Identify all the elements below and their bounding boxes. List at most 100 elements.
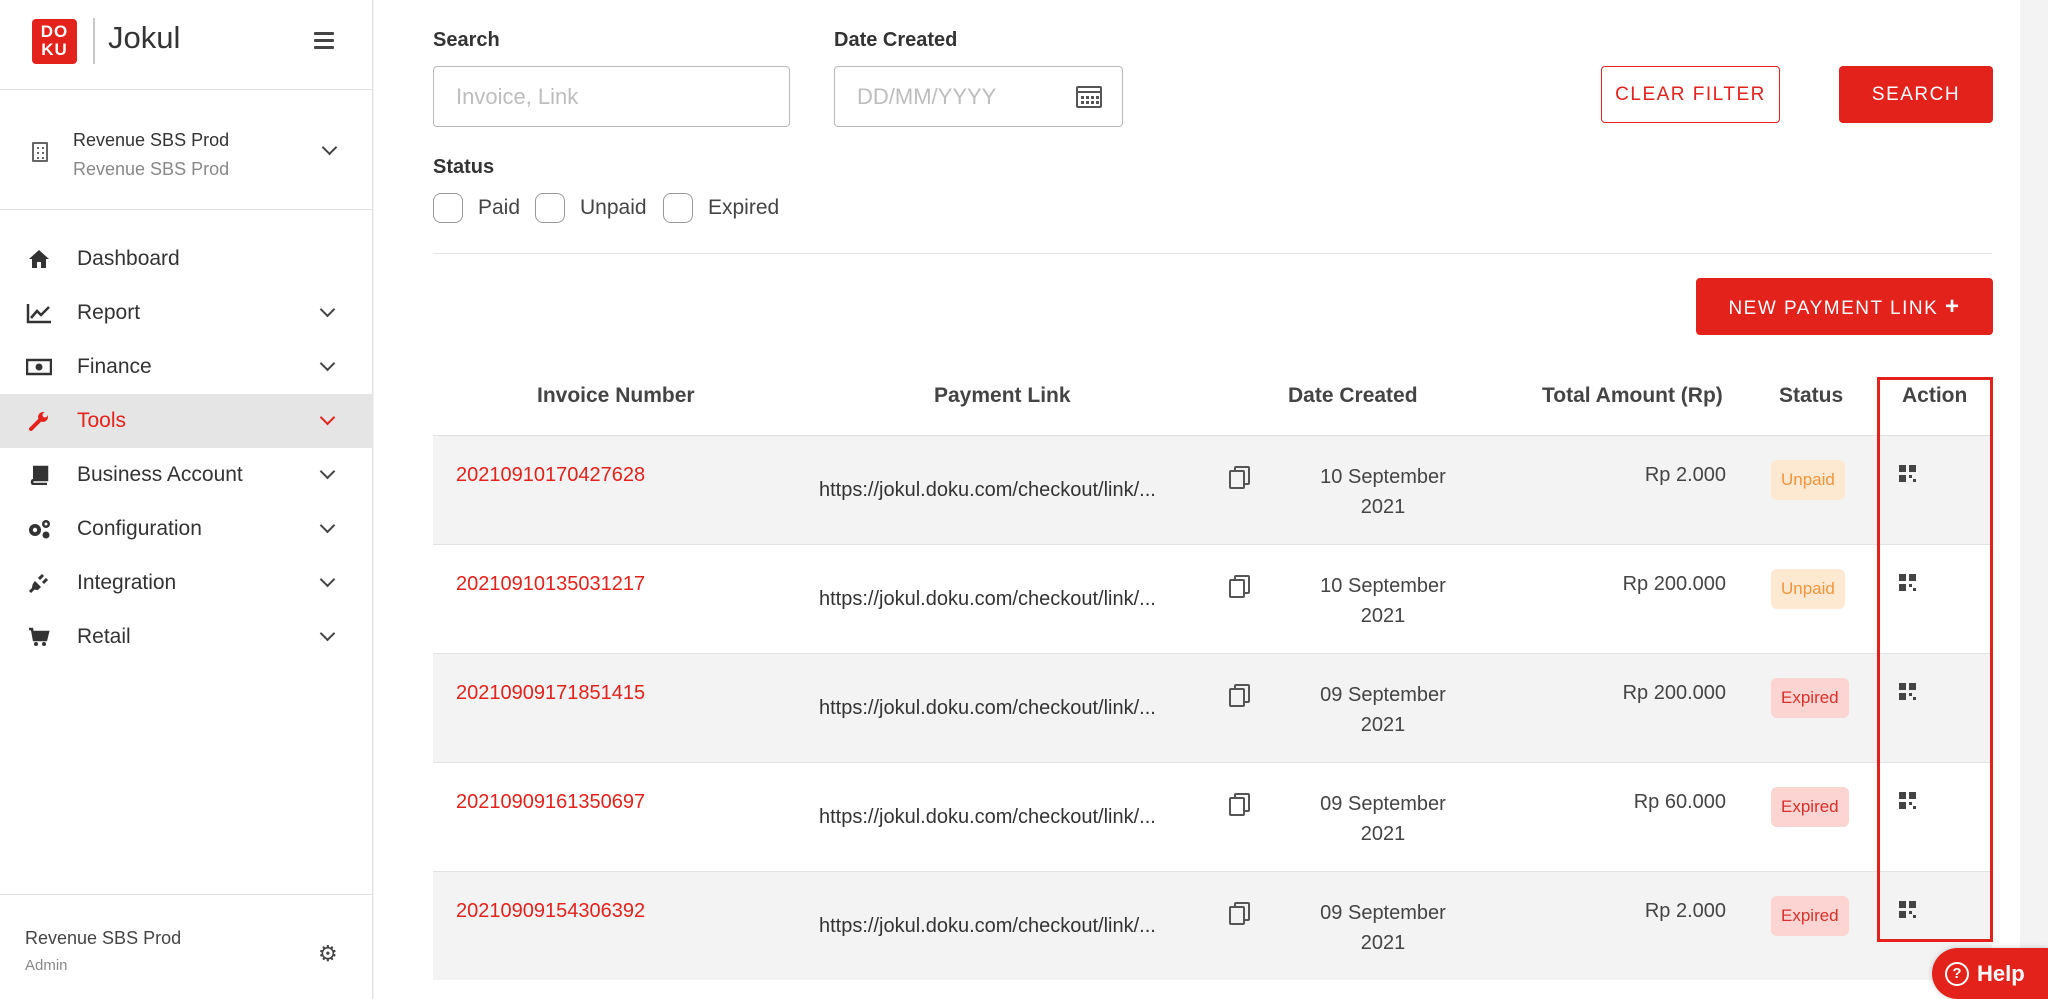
checkbox-box[interactable] [535, 193, 565, 223]
qr-code-icon[interactable] [1899, 574, 1916, 591]
copy-icon[interactable] [1229, 684, 1250, 707]
chevron-down-icon[interactable] [319, 517, 336, 534]
date-year: 2021 [1360, 605, 1406, 627]
cart-icon [26, 626, 52, 648]
total-amount: Rp 2.000 [1644, 900, 1726, 922]
date-created-input[interactable]: DD/MM/YYYY [834, 66, 1123, 127]
chevron-down-icon[interactable] [319, 409, 336, 426]
divider [433, 253, 1992, 254]
calendar-icon[interactable] [1076, 86, 1102, 108]
main-content: Search Invoice, Link Date Created DD/MM/… [374, 0, 2020, 999]
date-created: 09 September 2021 [1268, 789, 1498, 849]
sidebar-item-finance[interactable]: Finance [0, 340, 373, 394]
invoice-number-link[interactable]: 20210909161350697 [456, 791, 645, 814]
copy-icon[interactable] [1229, 575, 1250, 598]
date-created: 10 September 2021 [1268, 462, 1498, 522]
plug-icon [26, 572, 52, 594]
table-row: 20210909161350697 https://jokul.doku.com… [433, 762, 1992, 871]
search-button[interactable]: SEARCH [1839, 66, 1993, 123]
payment-link-text: https://jokul.doku.com/checkout/link/... [819, 806, 1156, 828]
status-badge: Unpaid [1771, 460, 1845, 500]
status-badge: Unpaid [1771, 569, 1845, 609]
date-placeholder: DD/MM/YYYY [857, 84, 997, 109]
sidebar-item-configuration[interactable]: Configuration [0, 502, 373, 556]
date-line: 09 September [1320, 684, 1446, 706]
checkbox-box[interactable] [663, 193, 693, 223]
building-icon [32, 142, 48, 162]
qr-code-icon[interactable] [1899, 901, 1916, 918]
chevron-down-icon[interactable] [319, 463, 336, 480]
sidebar-item-label: Dashboard [77, 247, 180, 270]
account-subtitle: Revenue SBS Prod [73, 159, 230, 179]
search-input[interactable]: Invoice, Link [433, 66, 790, 127]
qr-code-icon[interactable] [1899, 465, 1916, 482]
chevron-down-icon[interactable] [319, 625, 336, 642]
total-amount: Rp 200.000 [1622, 573, 1726, 595]
home-icon [26, 248, 52, 270]
qr-code-icon[interactable] [1899, 683, 1916, 700]
account-switcher[interactable]: Revenue SBS Prod Revenue SBS Prod [0, 90, 372, 210]
header-date-created: Date Created [1288, 384, 1418, 407]
chevron-down-icon[interactable] [319, 355, 336, 372]
chevron-down-icon[interactable] [319, 301, 336, 318]
status-badge: Expired [1771, 896, 1849, 936]
search-label: Search [433, 29, 500, 51]
status-paid-checkbox[interactable]: Paid [433, 193, 520, 223]
sidebar-footer: Revenue SBS Prod Admin ⚙ [0, 894, 373, 999]
brand-divider [93, 18, 95, 64]
date-year: 2021 [1360, 932, 1406, 954]
question-icon: ? [1945, 961, 1969, 986]
hamburger-menu-icon[interactable] [314, 32, 334, 49]
checkbox-label: Unpaid [580, 196, 647, 219]
book-icon [26, 464, 52, 486]
status-badge: Expired [1771, 678, 1849, 718]
invoice-number-link[interactable]: 20210910135031217 [456, 573, 645, 596]
qr-code-icon[interactable] [1899, 792, 1916, 809]
gear-icon[interactable]: ⚙ [318, 941, 338, 967]
date-created: 09 September 2021 [1268, 898, 1498, 958]
copy-icon[interactable] [1229, 902, 1250, 925]
payment-link-text: https://jokul.doku.com/checkout/link/... [819, 915, 1156, 937]
wrench-icon [26, 410, 52, 432]
status-expired-checkbox[interactable]: Expired [663, 193, 779, 223]
date-line: 09 September [1320, 902, 1446, 924]
help-button[interactable]: ? Help [1932, 948, 2048, 999]
plus-icon: + [1945, 293, 1961, 320]
sidebar-item-business-account[interactable]: Business Account [0, 448, 373, 502]
status-unpaid-checkbox[interactable]: Unpaid [535, 193, 647, 223]
sidebar-item-label: Retail [77, 625, 131, 648]
invoice-number-link[interactable]: 20210910170427628 [456, 464, 645, 487]
table-row: 20210910170427628 https://jokul.doku.com… [433, 435, 1992, 544]
invoice-number-link[interactable]: 20210909154306392 [456, 900, 645, 923]
sidebar-item-label: Configuration [77, 517, 202, 540]
copy-icon[interactable] [1229, 466, 1250, 489]
checkbox-box[interactable] [433, 193, 463, 223]
date-line: 10 September [1320, 466, 1446, 488]
sidebar-item-dashboard[interactable]: Dashboard [0, 232, 373, 286]
checkbox-label: Expired [708, 196, 780, 219]
sidebar-item-tools[interactable]: Tools [0, 394, 373, 448]
sidebar-item-integration[interactable]: Integration [0, 556, 373, 610]
sidebar-item-label: Finance [77, 355, 152, 378]
table-row: 20210909171851415 https://jokul.doku.com… [433, 653, 1992, 762]
sidebar: DO KU Jokul Revenue SBS Prod Revenue SBS … [0, 0, 373, 999]
header-status: Status [1779, 384, 1844, 407]
status-badge: Expired [1771, 787, 1849, 827]
new-payment-link-button[interactable]: NEW PAYMENT LINK + [1696, 278, 1993, 335]
date-created: 09 September 2021 [1268, 680, 1498, 740]
status-label: Status [433, 156, 495, 178]
date-year: 2021 [1360, 714, 1406, 736]
header-total-amount: Total Amount (Rp) [1542, 384, 1723, 407]
clear-filter-button[interactable]: CLEAR FILTER [1601, 66, 1780, 123]
date-year: 2021 [1360, 823, 1406, 845]
chart-line-icon [26, 302, 52, 324]
date-created: 10 September 2021 [1268, 571, 1498, 631]
payment-link-text: https://jokul.doku.com/checkout/link/... [819, 588, 1156, 610]
sidebar-item-report[interactable]: Report [0, 286, 373, 340]
copy-icon[interactable] [1229, 793, 1250, 816]
invoice-number-link[interactable]: 20210909171851415 [456, 682, 645, 705]
chevron-down-icon[interactable] [321, 139, 338, 156]
doku-logo[interactable]: DO KU [32, 19, 77, 64]
sidebar-item-retail[interactable]: Retail [0, 610, 373, 664]
chevron-down-icon[interactable] [319, 571, 336, 588]
